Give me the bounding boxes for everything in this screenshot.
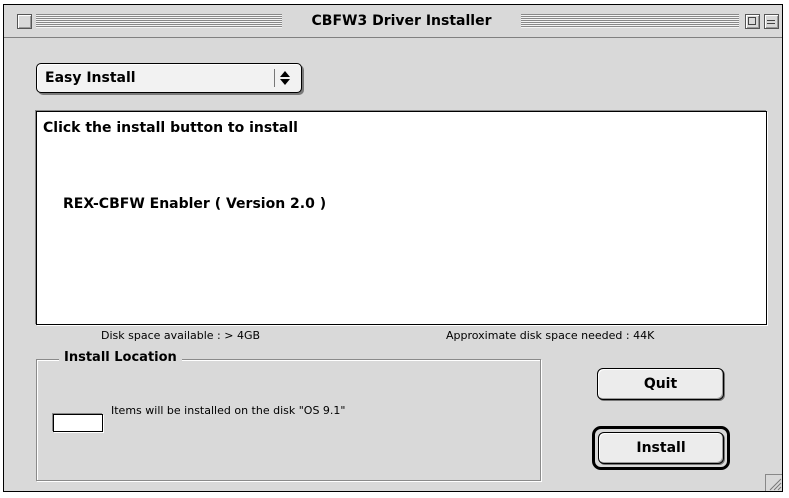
zoom-box-icon[interactable]: [745, 14, 760, 29]
description-panel: Click the install button to install REX-…: [36, 111, 767, 325]
install-type-selected: Easy Install: [45, 70, 136, 86]
install-location-message: Items will be installed on the disk "OS …: [111, 404, 346, 417]
disk-space-needed: Approximate disk space needed : 44K: [446, 329, 655, 342]
quit-button[interactable]: Quit: [597, 368, 724, 400]
title-bar-stripes: [521, 14, 739, 28]
collapse-box-icon[interactable]: [764, 14, 779, 29]
install-type-popup[interactable]: Easy Install: [36, 63, 302, 93]
install-location-title: Install Location: [59, 350, 182, 365]
disk-selector[interactable]: [53, 414, 103, 432]
install-item: REX-CBFW Enabler ( Version 2.0 ): [63, 196, 327, 212]
grow-box-icon[interactable]: [765, 474, 782, 491]
title-bar[interactable]: CBFW3 Driver Installer: [4, 5, 782, 38]
close-box-icon[interactable]: [17, 14, 32, 29]
title-bar-stripes: [36, 14, 282, 28]
installer-window: CBFW3 Driver Installer Easy Install Clic…: [3, 4, 783, 492]
install-button[interactable]: Install: [598, 432, 724, 464]
install-location-group: Install Location Items will be installed…: [36, 350, 541, 481]
up-down-arrows-icon: [274, 69, 295, 87]
window-title: CBFW3 Driver Installer: [286, 9, 517, 33]
panel-heading: Click the install button to install: [43, 120, 298, 136]
disk-space-available: Disk space available : > 4GB: [101, 329, 261, 342]
